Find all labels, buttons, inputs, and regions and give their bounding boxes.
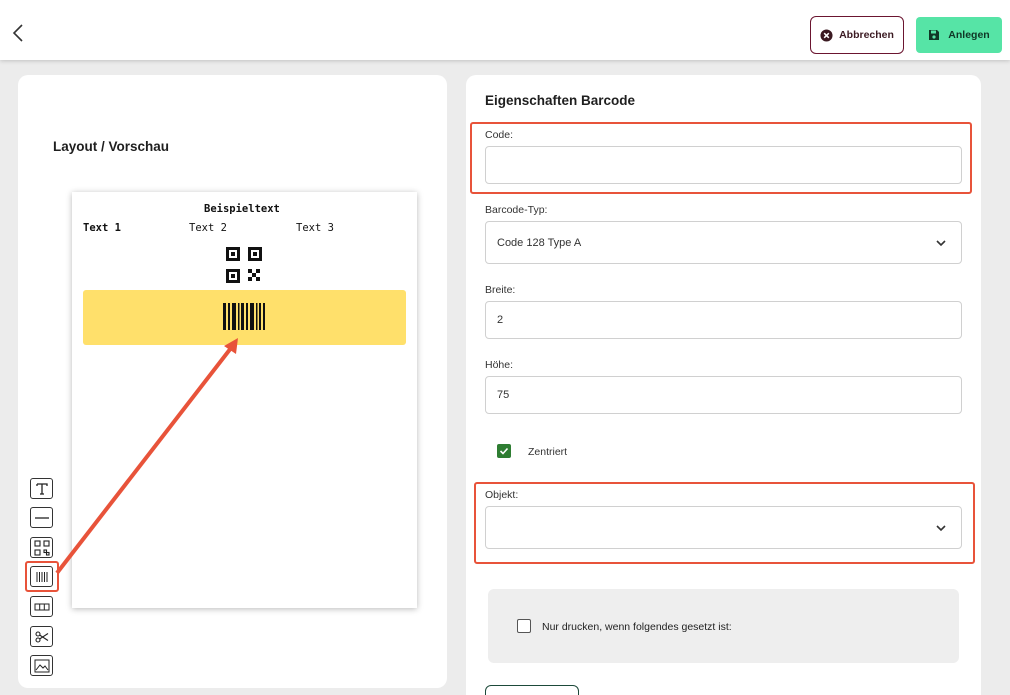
code-input[interactable] <box>485 146 962 184</box>
qr-code-icon <box>226 247 262 283</box>
bottom-button-partial[interactable] <box>485 685 579 695</box>
cancel-button[interactable]: Abbrechen <box>810 16 904 54</box>
code-label: Code: <box>485 129 514 141</box>
save-button[interactable]: Anlegen <box>916 17 1002 53</box>
print-condition-checkbox[interactable] <box>517 619 531 633</box>
chevron-down-icon <box>936 524 946 531</box>
object-label: Objekt: <box>485 489 519 501</box>
top-bar: Abbrechen Anlegen <box>0 0 1010 60</box>
object-select[interactable] <box>485 506 962 549</box>
barcode-type-label: Barcode-Typ: <box>485 204 548 216</box>
barcode-type-value: Code 128 Type A <box>497 236 582 249</box>
width-input[interactable]: 2 <box>485 301 962 339</box>
checkmark-icon <box>499 447 509 455</box>
image-tool-icon[interactable] <box>30 655 53 676</box>
print-condition-label: Nur drucken, wenn folgendes gesetzt ist: <box>542 621 732 633</box>
layout-preview-title: Layout / Vorschau <box>53 139 170 154</box>
sample-heading-text: Beispieltext <box>204 203 280 215</box>
table-tool-icon[interactable] <box>30 596 53 617</box>
back-arrow-icon[interactable] <box>8 22 30 44</box>
save-button-label: Anlegen <box>948 29 990 41</box>
height-input[interactable]: 75 <box>485 376 962 414</box>
sample-text-3: Text 3 <box>296 222 334 234</box>
text-tool-icon[interactable] <box>30 478 53 499</box>
line-tool-icon[interactable] <box>30 507 53 528</box>
barcode-icon <box>223 303 265 330</box>
sample-text-1: Text 1 <box>83 222 121 234</box>
chevron-down-icon <box>936 239 946 246</box>
save-disk-icon <box>929 30 940 40</box>
cancel-button-label: Abbrechen <box>839 29 894 41</box>
barcode-type-select[interactable]: Code 128 Type A <box>485 221 962 264</box>
cancel-circle-icon <box>820 28 833 42</box>
width-label: Breite: <box>485 284 516 296</box>
centered-label: Zentriert <box>528 446 568 458</box>
properties-title: Eigenschaften Barcode <box>485 93 636 108</box>
sample-text-2: Text 2 <box>189 222 227 234</box>
centered-checkbox[interactable] <box>497 444 511 458</box>
qrcode-tool-icon[interactable] <box>30 537 53 558</box>
height-label: Höhe: <box>485 359 514 371</box>
barcode-tool-highlight <box>25 561 59 592</box>
scissors-tool-icon[interactable] <box>30 626 53 647</box>
